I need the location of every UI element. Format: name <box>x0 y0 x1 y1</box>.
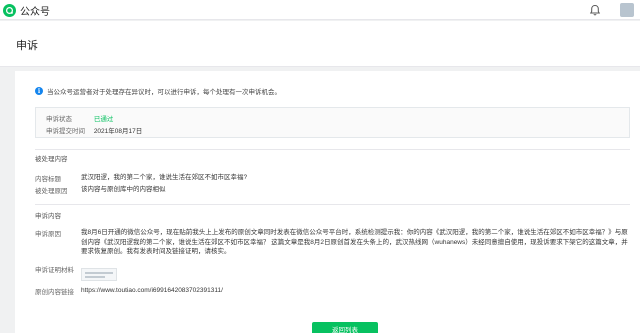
proof-row: 申诉证明材料 <box>35 264 630 274</box>
original-link-row: 原创内容链接 https://www.toutiao.com/i69916420… <box>35 286 630 296</box>
wechat-official-account-logo-icon <box>3 4 16 17</box>
processed-reason-value: 该内容与原创库中的内容相似 <box>81 186 166 193</box>
notice-text: 当公众号运营者对于处理存在异议时，可以进行申诉，每个处理有一次申诉机会。 <box>47 89 281 96</box>
appeal-section-title: 申诉内容 <box>35 213 61 220</box>
content-title-row: 内容标题 武汉阳逻，我的第二个家，谁说生活在郊区不如市区幸福? <box>35 173 630 183</box>
avatar[interactable] <box>620 3 634 17</box>
divider <box>35 204 630 205</box>
status-row: 申诉状态 已通过 <box>46 113 113 123</box>
status-badge: 已通过 <box>93 116 114 123</box>
original-link[interactable]: https://www.toutiao.com/i699164208370239… <box>81 286 630 296</box>
page-header: 申诉 <box>0 21 640 67</box>
content-title-label: 内容标题 <box>35 176 61 183</box>
status-box: 申诉状态 已通过 申诉提交时间 2021年08月17日 <box>35 107 630 138</box>
status-label: 申诉状态 <box>46 116 72 123</box>
notice-banner: i 当公众号运营者对于处理存在异议时，可以进行申诉，每个处理有一次申诉机会。 <box>35 86 281 96</box>
proof-label: 申诉证明材料 <box>35 267 74 274</box>
back-to-list-button[interactable]: 返回列表 <box>312 322 378 333</box>
appeal-reason-row: 申诉原因 我8月6日开通的微信公众号，现在贴前我头上上发布的原创文章同时发表在微… <box>35 228 630 257</box>
appeal-reason-value: 我8月6日开通的微信公众号，现在贴前我头上上发布的原创文章同时发表在微信公众号平… <box>81 229 628 255</box>
info-icon: i <box>35 87 43 95</box>
original-link-label: 原创内容链接 <box>35 289 74 296</box>
submit-time-value: 2021年08月17日 <box>93 128 143 135</box>
proof-thumbnail[interactable] <box>81 268 117 281</box>
page-title: 申诉 <box>16 40 38 52</box>
processed-reason-row: 被处理原因 该内容与原创库中的内容相似 <box>35 185 630 195</box>
app-logo[interactable]: 公众号 <box>3 3 50 18</box>
app-title: 公众号 <box>20 7 50 18</box>
processed-reason-label: 被处理原因 <box>35 188 68 195</box>
appeal-detail-panel: i 当公众号运营者对于处理存在异议时，可以进行申诉，每个处理有一次申诉机会。 申… <box>15 71 640 333</box>
submit-time-row: 申诉提交时间 2021年08月17日 <box>46 125 142 135</box>
bell-icon[interactable] <box>589 4 601 16</box>
submit-time-label: 申诉提交时间 <box>46 128 85 135</box>
appeal-reason-label: 申诉原因 <box>35 231 61 238</box>
processed-section-title: 被处理内容 <box>35 156 68 163</box>
top-bar: 公众号 <box>0 0 640 20</box>
content-title-value: 武汉阳逻，我的第二个家，谁说生活在郊区不如市区幸福? <box>81 174 248 181</box>
divider <box>35 149 630 150</box>
